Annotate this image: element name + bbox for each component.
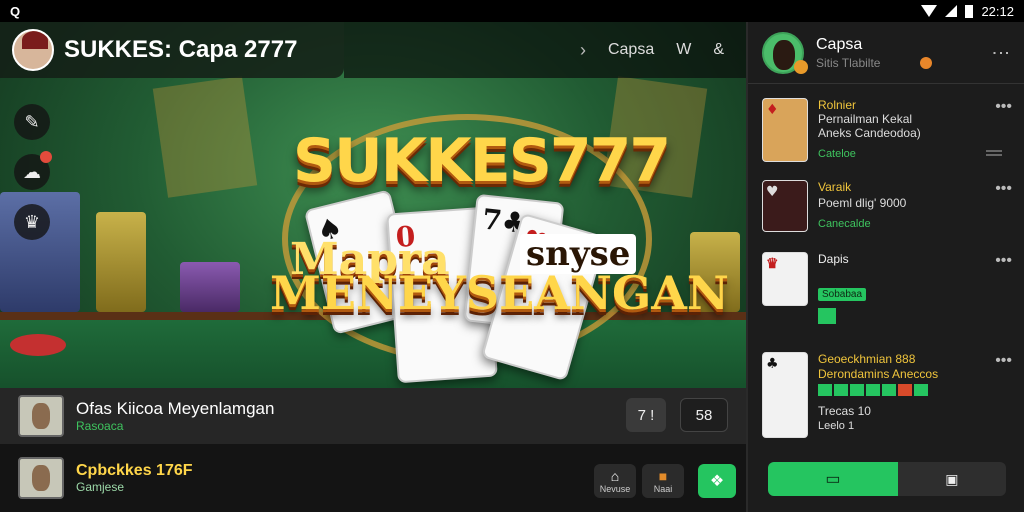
- info-subtitle: Rasoaca: [76, 419, 124, 433]
- gift-icon: ■: [658, 468, 668, 484]
- notification-dot: [40, 151, 52, 163]
- status-app-icon: Q: [10, 3, 21, 19]
- item-line: Trecas 10: [818, 404, 871, 418]
- list-item[interactable]: ♦ Rolnier Pernailman Kekal Aneks Candeod…: [762, 98, 1012, 168]
- list-item[interactable]: ♥ Varaik Poeml dlig' 9000 Canecalde •••: [762, 180, 1012, 236]
- channel-avatar[interactable]: [18, 457, 64, 499]
- w-icon[interactable]: W: [676, 41, 691, 59]
- banner-decoration: [152, 76, 258, 198]
- list-item[interactable]: ♛ Dapis Sobabaa •••: [762, 252, 1012, 332]
- more-icon[interactable]: •••: [995, 352, 1012, 370]
- info-thumbnail[interactable]: [18, 395, 64, 437]
- category-link[interactable]: Capsa: [608, 41, 654, 59]
- info-button-1[interactable]: 7 !: [626, 398, 666, 432]
- stream-header: SUKKES: Capa 2777: [0, 22, 344, 78]
- info-button-2[interactable]: 58: [680, 398, 728, 432]
- status-dot: [920, 57, 933, 70]
- panel-title: Capsa: [816, 35, 863, 53]
- item-chip: Sobabaa: [818, 286, 867, 301]
- home-icon: ⌂: [610, 468, 620, 484]
- channel-row: Cpbckkes 176F Gamjese ⌂ Nevuse ■ Naai ❖: [0, 444, 746, 512]
- signal-icon: [945, 5, 958, 17]
- item-title: Varaik: [818, 180, 852, 194]
- gift-button[interactable]: ■ Naai: [642, 464, 684, 498]
- top-toolbar: › Capsa W &: [344, 22, 746, 78]
- crown-icon[interactable]: ♛: [14, 204, 50, 240]
- item-title: Dapis: [818, 252, 849, 266]
- fullscreen-button[interactable]: ▣: [897, 462, 1006, 496]
- streamer-avatar[interactable]: [12, 29, 54, 71]
- item-status: Leelo 1: [818, 420, 855, 432]
- game-logo-title: SUKKES777: [292, 126, 671, 196]
- item-line: Pernailman Kekal: [818, 112, 913, 126]
- list-item[interactable]: ♣ Geoeckhmian 888 Derondamins Aneccos Tr…: [762, 352, 1012, 444]
- more-icon[interactable]: ⋮: [991, 44, 1011, 62]
- battery-icon: [965, 4, 974, 18]
- item-title: Rolnier: [818, 98, 857, 112]
- chevron-right-icon[interactable]: ›: [580, 40, 586, 61]
- info-row: Ofas Kiicoa Meyenlamgan Rasoaca 7 ! 58: [0, 388, 746, 444]
- item-status: Cateloe: [818, 148, 856, 160]
- action-label: Nevuse: [599, 484, 631, 494]
- scroll-indicator[interactable]: [986, 150, 1002, 156]
- item-line: Poeml dlig' 9000: [818, 196, 907, 210]
- status-time: 22:12: [981, 3, 1014, 19]
- chip-stack: [10, 334, 66, 356]
- item-line: Derondamins Aneccos: [818, 367, 939, 381]
- card-thumbnail: ♛: [762, 252, 808, 306]
- share-icon[interactable]: &: [713, 41, 724, 59]
- channel-name[interactable]: Cpbckkes 176F: [76, 462, 193, 480]
- pen-icon[interactable]: ✎: [14, 104, 50, 140]
- item-line: Aneks Candeodoa): [818, 126, 921, 140]
- more-icon[interactable]: •••: [995, 180, 1012, 198]
- wifi-icon: [921, 5, 938, 17]
- chip-stack: [96, 212, 146, 312]
- more-icon[interactable]: •••: [995, 98, 1012, 116]
- channel-subtitle: Gamjese: [76, 480, 125, 494]
- item-title: Geoeckhmian 888: [818, 352, 916, 366]
- card-thumbnail: ♣: [762, 352, 808, 438]
- cards-button[interactable]: ▭: [768, 462, 898, 496]
- play-button[interactable]: ❖: [698, 464, 736, 498]
- more-icon[interactable]: •••: [995, 252, 1012, 270]
- home-button[interactable]: ⌂ Nevuse: [594, 464, 636, 498]
- stream-title: SUKKES: Capa 2777: [64, 36, 298, 63]
- chat-icon[interactable]: ☁: [14, 151, 52, 190]
- item-badge: [818, 308, 838, 327]
- panel-header: Capsa Sitis Tlabilte ⋮: [748, 22, 1024, 84]
- panel-footer: ▭ ▣: [768, 462, 1006, 496]
- game-logo-subtitle: MENEYSEANGAN: [270, 266, 729, 320]
- action-label: Naai: [653, 484, 673, 494]
- item-badges: [818, 384, 930, 399]
- side-panel: Capsa Sitis Tlabilte ⋮ ♦ Rolnier Pernail…: [746, 22, 1024, 512]
- status-bar: Q 22:12: [0, 0, 1024, 22]
- card-thumbnail: ♥: [762, 180, 808, 232]
- video-area[interactable]: ♠ 0 7♣ ♥ SUKKES777 Mapra snyse MENEYSEAN…: [0, 22, 746, 512]
- game-artwork: ♠ 0 7♣ ♥ SUKKES777 Mapra snyse MENEYSEAN…: [0, 22, 746, 442]
- chip-stack: [180, 262, 240, 312]
- channel-actions: ⌂ Nevuse ■ Naai ❖: [594, 464, 736, 498]
- badge-icon: [794, 60, 808, 74]
- side-toolbar: ✎ ☁ ♛: [14, 104, 52, 240]
- item-status: Canecalde: [818, 218, 871, 230]
- card-thumbnail: ♦: [762, 98, 808, 162]
- info-title: Ofas Kiicoa Meyenlamgan: [76, 399, 275, 418]
- panel-subtitle: Sitis Tlabilte: [816, 56, 933, 70]
